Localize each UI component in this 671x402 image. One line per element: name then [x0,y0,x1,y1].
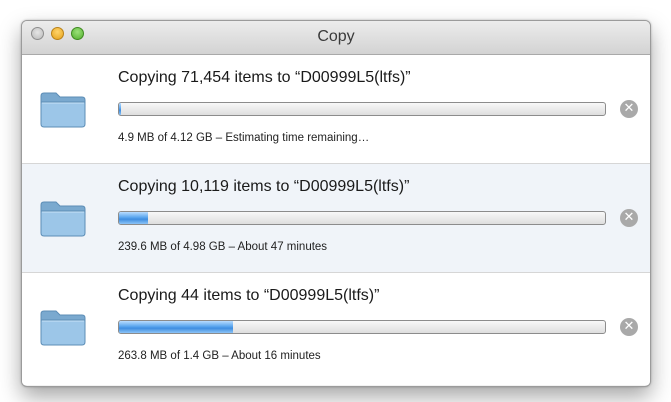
copy-progress-bar [118,320,606,334]
copy-item: Copying 44 items to “D00999L5(ltfs)” ✕ 2… [22,273,650,385]
cancel-icon: ✕ [623,101,635,116]
window-title: Copy [317,28,355,45]
copy-progress-fill [119,321,234,333]
copy-progress-fill [119,103,122,115]
cancel-copy-button[interactable]: ✕ [620,100,638,118]
copy-progress-bar [118,211,606,225]
copy-list: Copying 71,454 items to “D00999L5(ltfs)”… [22,55,650,385]
copy-item-title: Copying 10,119 items to “D00999L5(ltfs)” [118,178,410,195]
desktop-background: Copy Copying 71,454 items to “D00999L5(l… [0,0,671,402]
folder-icon [40,92,86,128]
copy-item-status: 4.9 MB of 4.12 GB – Estimating time rema… [118,132,370,144]
title-bar[interactable]: Copy [22,21,650,55]
folder-icon [40,310,86,346]
copy-item-status: 239.6 MB of 4.98 GB – About 47 minutes [118,241,328,253]
cancel-icon: ✕ [623,210,635,225]
cancel-icon: ✕ [623,319,635,334]
cancel-copy-button[interactable]: ✕ [620,209,638,227]
copy-item: Copying 71,454 items to “D00999L5(ltfs)”… [22,55,650,164]
copy-item-title: Copying 71,454 items to “D00999L5(ltfs)” [118,69,411,86]
copy-item-status: 263.8 MB of 1.4 GB – About 16 minutes [118,350,321,362]
copy-progress-bar [118,102,606,116]
cancel-copy-button[interactable]: ✕ [620,318,638,336]
copy-item: Copying 10,119 items to “D00999L5(ltfs)”… [22,164,650,273]
copy-item-title: Copying 44 items to “D00999L5(ltfs)” [118,287,380,304]
copy-window: Copy Copying 71,454 items to “D00999L5(l… [21,20,651,387]
folder-icon [40,201,86,237]
copy-progress-fill [119,212,149,224]
